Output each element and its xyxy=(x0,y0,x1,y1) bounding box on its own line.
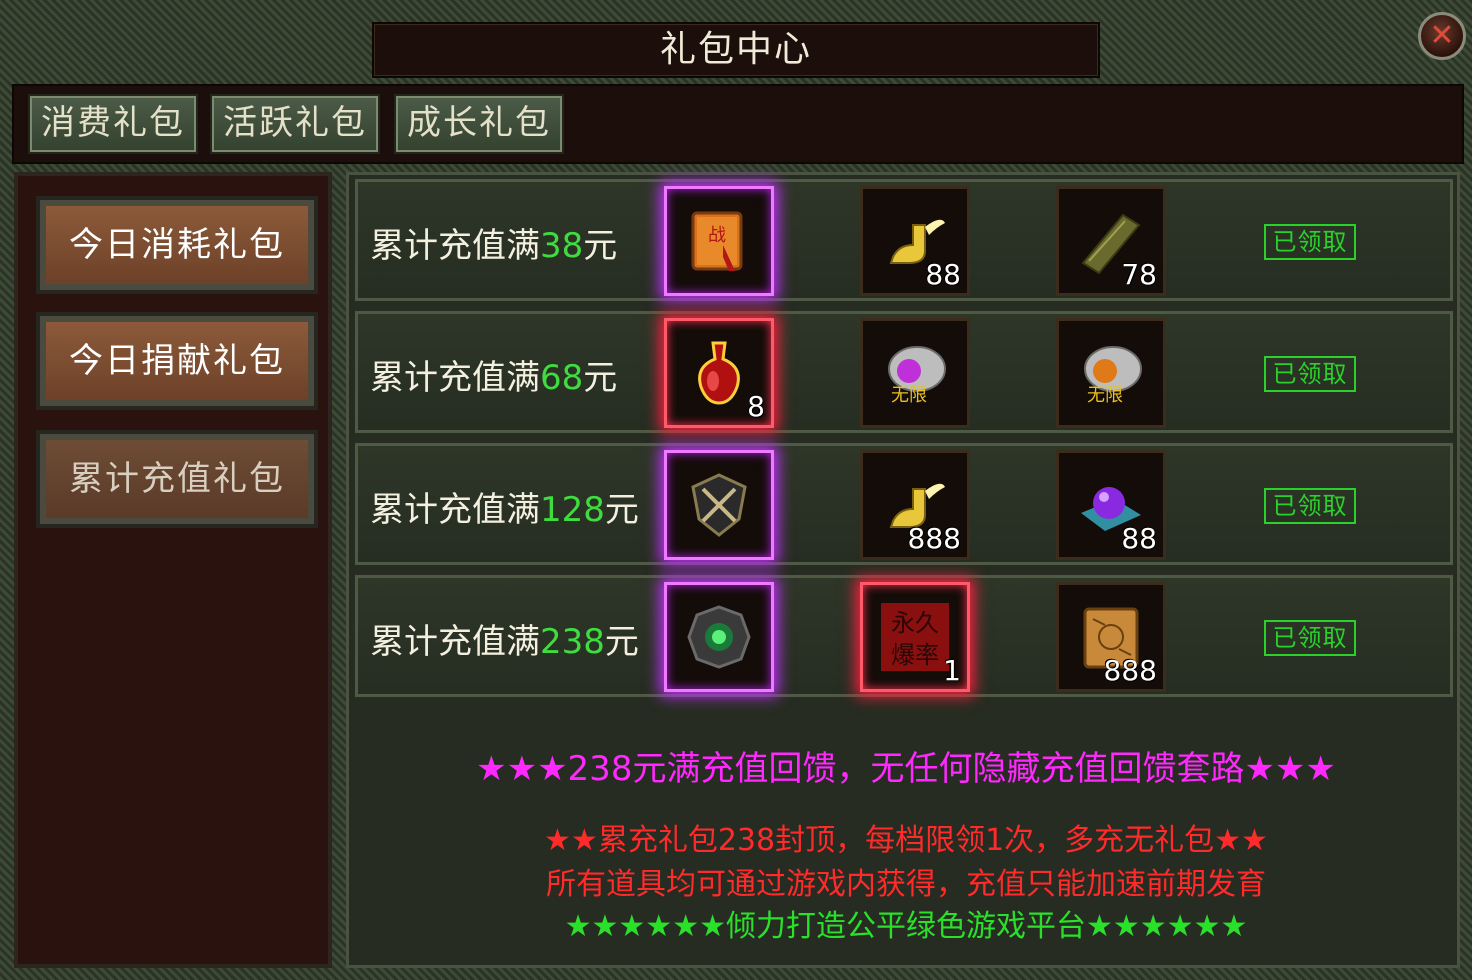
drop-rate-label: 爆率 xyxy=(891,641,939,669)
tier-unit: 元 xyxy=(604,622,639,662)
permanent-label: 永久 xyxy=(891,609,939,637)
reward-slot[interactable]: 无限 xyxy=(860,318,970,428)
reward-tier-row: 累计充值满238元 永久 爆率 1 888 已领取 xyxy=(355,575,1453,697)
tier-label: 累计充值满68元 xyxy=(370,356,617,400)
reward-slot[interactable]: 战 xyxy=(664,186,774,296)
tab-growth-gift[interactable]: 成长礼包 xyxy=(396,96,562,152)
recharge-note-cap: ★★累充礼包238封顶，每档限领1次，多充无礼包★★ xyxy=(544,823,1268,858)
item-count: 88 xyxy=(925,258,961,291)
reward-slot[interactable] xyxy=(664,450,774,560)
close-button[interactable]: ✕ xyxy=(1418,12,1466,60)
tier-amount: 238 xyxy=(540,622,605,662)
title-bar: 礼包中心 xyxy=(372,22,1100,78)
war-book-icon: 战 xyxy=(691,211,743,271)
reward-slot[interactable]: 88 xyxy=(1056,450,1166,560)
shield-emblem-icon xyxy=(691,473,747,537)
item-count: 888 xyxy=(1103,654,1157,687)
sidebar-item-daily-donation[interactable]: 今日捐献礼包 xyxy=(40,316,314,406)
tier-label: 累计充值满38元 xyxy=(370,224,617,268)
unlimited-orange-stone-icon: 无限 xyxy=(1084,346,1142,406)
claimed-badge: 已领取 xyxy=(1264,224,1356,260)
tier-unit: 元 xyxy=(583,226,618,266)
tier-amount: 38 xyxy=(540,226,584,266)
green-gem-medal-icon xyxy=(687,605,751,669)
recharge-note-fair: ★★★★★★倾力打造公平绿色游戏平台★★★★★★ xyxy=(564,909,1248,944)
tier-label: 累计充值满238元 xyxy=(370,620,639,664)
tier-amount: 68 xyxy=(540,358,584,398)
game-window-frame: 礼包中心 ✕ 消费礼包 活跃礼包 成长礼包 今日消耗礼包 今日捐献礼包 累计充值… xyxy=(0,0,1472,980)
reward-slot[interactable]: 无限 xyxy=(1056,318,1166,428)
war-book-glyph: 战 xyxy=(708,225,726,246)
tier-prefix: 累计充值满 xyxy=(370,622,540,662)
permanent-drop-rate-icon: 永久 爆率 xyxy=(881,603,949,671)
tier-unit: 元 xyxy=(583,358,618,398)
item-count: 1 xyxy=(943,654,961,687)
claimed-badge: 已领取 xyxy=(1264,356,1356,392)
item-count: 888 xyxy=(907,522,961,555)
recharge-note-items: 所有道具均可通过游戏内获得，充值只能加速前期发育 xyxy=(546,867,1266,902)
reward-tier-row: 累计充值满38元 战 88 78 已领取 xyxy=(355,179,1453,301)
close-icon: ✕ xyxy=(1429,18,1455,53)
reward-slot[interactable]: 永久 爆率 1 xyxy=(860,582,970,692)
tab-bar: 消费礼包 活跃礼包 成长礼包 xyxy=(12,84,1464,164)
window-title: 礼包中心 xyxy=(659,29,812,70)
tier-prefix: 累计充值满 xyxy=(370,358,540,398)
unlimited-label: 无限 xyxy=(1087,385,1123,406)
item-count: 78 xyxy=(1121,258,1157,291)
tier-label: 累计充值满128元 xyxy=(370,488,639,532)
reward-slot[interactable]: 888 xyxy=(1056,582,1166,692)
tab-activity-gift[interactable]: 活跃礼包 xyxy=(212,96,378,152)
unlimited-purple-stone-icon: 无限 xyxy=(888,346,946,406)
reward-slot[interactable]: 78 xyxy=(1056,186,1166,296)
reward-slot[interactable] xyxy=(664,582,774,692)
reward-slot[interactable]: 888 xyxy=(860,450,970,560)
sidebar-item-daily-consumption[interactable]: 今日消耗礼包 xyxy=(40,200,314,290)
sidebar-item-cumulative-recharge[interactable]: 累计充值礼包 xyxy=(40,434,314,524)
reward-tier-row: 累计充值满128元 888 88 已领取 xyxy=(355,443,1453,565)
tier-unit: 元 xyxy=(604,490,639,530)
reward-slot[interactable]: 88 xyxy=(860,186,970,296)
unlimited-label: 无限 xyxy=(891,385,927,406)
reward-tier-row: 累计充值满68元 8 无限 无限 已领取 xyxy=(355,311,1453,433)
item-count: 8 xyxy=(747,390,765,423)
tier-prefix: 累计充值满 xyxy=(370,226,540,266)
claimed-badge: 已领取 xyxy=(1264,488,1356,524)
tab-consumption-gift[interactable]: 消费礼包 xyxy=(30,96,196,152)
claimed-badge: 已领取 xyxy=(1264,620,1356,656)
red-potion-icon xyxy=(698,341,740,405)
reward-slot[interactable]: 8 xyxy=(664,318,774,428)
tier-amount: 128 xyxy=(540,490,605,530)
sidebar: 今日消耗礼包 今日捐献礼包 累计充值礼包 xyxy=(14,172,332,968)
gift-panel: 累计充值满38元 战 88 78 已领取 累计充值满68元 8 无限 无限 已领… xyxy=(346,172,1460,968)
item-count: 88 xyxy=(1121,522,1157,555)
tier-prefix: 累计充值满 xyxy=(370,490,540,530)
recharge-note-headline: ★★★238元满充值回馈，无任何隐藏充值回馈套路★★★ xyxy=(476,749,1336,789)
